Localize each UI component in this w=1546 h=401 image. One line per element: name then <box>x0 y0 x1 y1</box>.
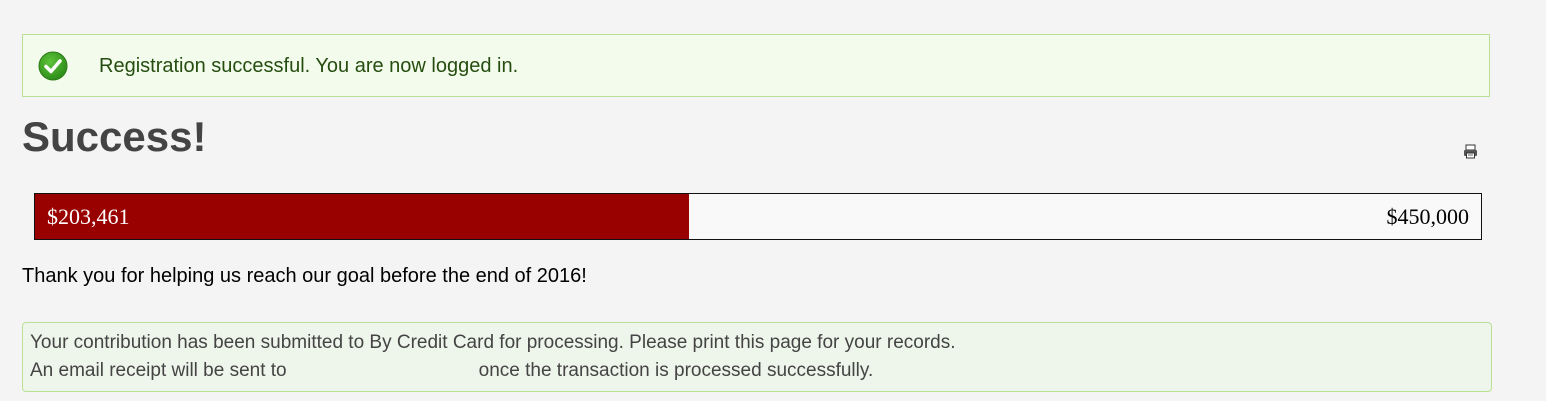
notice-line-2: An email receipt will be sent to once the… <box>30 360 873 382</box>
print-icon[interactable] <box>1463 144 1478 159</box>
fundraising-progress-bar: $203,461 $450,000 <box>34 193 1482 240</box>
contribution-notice: Your contribution has been submitted to … <box>22 322 1492 392</box>
progress-fill <box>35 194 689 239</box>
amount-raised: $203,461 <box>47 204 130 229</box>
thank-you-message: Thank you for helping us reach our goal … <box>22 265 587 287</box>
success-alert: Registration successful. You are now log… <box>22 34 1490 97</box>
check-circle-icon <box>38 51 68 81</box>
goal-amount: $450,000 <box>1386 204 1470 229</box>
receipt-suffix: once the transaction is processed succes… <box>478 360 874 381</box>
alert-message: Registration successful. You are now log… <box>99 55 519 77</box>
notice-line-1: Your contribution has been submitted to … <box>30 332 956 353</box>
page-title: Success! <box>22 113 207 160</box>
receipt-prefix: An email receipt will be sent to <box>30 360 287 381</box>
